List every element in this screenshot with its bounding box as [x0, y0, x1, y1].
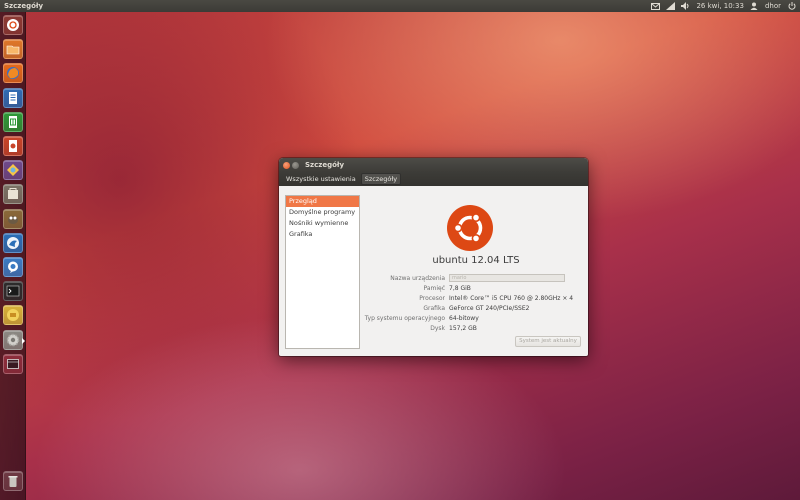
trash-icon: [8, 476, 18, 487]
launcher-item-terminal[interactable]: [3, 281, 23, 302]
device-name-label: Nazwa urządzenia: [390, 274, 445, 282]
active-app-indicator: [22, 337, 25, 344]
user-icon[interactable]: [750, 2, 759, 10]
device-name-field[interactable]: [449, 274, 565, 282]
window-titlebar[interactable]: Szczegóły: [279, 158, 588, 172]
launcher-item-empathy[interactable]: [3, 257, 23, 277]
gear-icon: [6, 333, 20, 346]
graphics-label: Grafika: [423, 304, 445, 312]
user-name[interactable]: dhor: [765, 2, 781, 10]
graphics-value: GeForce GT 240/PCIe/SSE2: [449, 304, 530, 312]
shotwell-photo-icon: [7, 164, 19, 177]
chat-bubble-icon: [8, 261, 18, 273]
info-row-graphics: Grafika GeForce GT 240/PCIe/SSE2: [364, 303, 588, 313]
launcher-item-thunderbird[interactable]: [3, 232, 23, 253]
folder-icon: [6, 45, 20, 55]
launcher-item-workspace-switcher[interactable]: [3, 353, 23, 374]
info-row-disk: Dysk 157,2 GB: [364, 323, 588, 333]
network-icon[interactable]: [666, 2, 676, 10]
breadcrumb-all-settings[interactable]: Wszystkie ustawienia: [283, 174, 359, 184]
memory-label: Pamięć: [423, 284, 445, 292]
minimize-button[interactable]: [292, 161, 299, 169]
ubuntu-logo-icon: [447, 205, 493, 251]
gimp-icon: [8, 215, 18, 224]
processor-value: Intel® Core™ i5 CPU 760 @ 2.80GHz × 4: [449, 294, 574, 302]
system-info: Nazwa urządzenia Pamięć 7,8 GiB Procesor…: [364, 273, 588, 333]
info-row-memory: Pamięć 7,8 GiB: [364, 283, 588, 293]
workspace-icon: [7, 358, 19, 369]
app-title: Szczegóły: [4, 2, 44, 10]
info-row-processor: Procesor Intel® Core™ i5 CPU 760 @ 2.80G…: [364, 293, 588, 303]
launcher-item-libreoffice-impress[interactable]: [3, 136, 23, 156]
processor-label: Procesor: [419, 294, 445, 302]
calc-spreadsheet-icon: [9, 115, 17, 128]
launcher-item-transmission[interactable]: [3, 305, 23, 326]
launcher-item-libreoffice-calc[interactable]: [3, 111, 23, 132]
firefox-icon: [7, 67, 19, 80]
launcher: [0, 12, 26, 500]
section-item-graphics[interactable]: Grafika: [286, 229, 359, 240]
details-window: Szczegóły Wszystkie ustawienia Szczegóły…: [279, 158, 588, 356]
disk-value: 157,2 GB: [449, 324, 477, 332]
launcher-item-libreoffice-writer[interactable]: [3, 87, 23, 108]
disk-label: Dysk: [430, 324, 445, 332]
bird-icon: [7, 236, 19, 249]
launcher-item-software-center[interactable]: [3, 184, 23, 205]
section-item-overview[interactable]: Przegląd: [286, 196, 359, 207]
close-button[interactable]: [283, 161, 290, 169]
launcher-item-gimp[interactable]: [3, 208, 23, 229]
transmission-icon: [7, 309, 19, 322]
section-list: Przegląd Domyślne programy Nośniki wymie…: [285, 195, 360, 349]
window-title: Szczegóły: [305, 161, 345, 169]
mail-icon[interactable]: [651, 2, 661, 10]
ubuntu-logo-icon: [7, 19, 19, 31]
software-center-icon: [8, 188, 18, 200]
volume-icon[interactable]: [681, 2, 690, 10]
launcher-item-trash[interactable]: [3, 471, 23, 491]
window-content: Przegląd Domyślne programy Nośniki wymie…: [279, 186, 588, 356]
breadcrumb-details[interactable]: Szczegóły: [360, 173, 402, 185]
info-row-device: Nazwa urządzenia: [364, 273, 588, 283]
os-version: ubuntu 12.04 LTS: [432, 255, 520, 266]
info-row-os-type: Typ systemu operacyjnego 64-bitowy: [364, 313, 588, 323]
section-item-removable-media[interactable]: Nośniki wymienne: [286, 218, 359, 229]
overview-panel: ubuntu 12.04 LTS Nazwa urządzenia Pamięć…: [364, 186, 588, 356]
launcher-item-shotwell[interactable]: [3, 160, 23, 181]
writer-document-icon: [9, 91, 17, 104]
clock[interactable]: 26 kwi, 10:33: [696, 2, 743, 10]
os-type-value: 64-bitowy: [449, 314, 479, 322]
section-item-default-apps[interactable]: Domyślne programy: [286, 207, 359, 218]
launcher-item-system-settings[interactable]: [3, 329, 25, 350]
power-icon[interactable]: [787, 2, 796, 10]
launcher-item-dash-home[interactable]: [3, 15, 23, 35]
top-panel: Szczegóły 26 kwi, 10:33 dhor: [0, 0, 800, 12]
os-type-label: Typ systemu operacyjnego: [364, 314, 445, 322]
impress-presentation-icon: [9, 140, 17, 152]
system-updated-button[interactable]: System jest aktualny: [515, 336, 581, 347]
breadcrumb: Wszystkie ustawienia Szczegóły: [279, 172, 588, 186]
launcher-item-firefox[interactable]: [3, 63, 23, 84]
launcher-item-home-folder[interactable]: [3, 39, 23, 60]
indicator-area: 26 kwi, 10:33 dhor: [651, 2, 796, 10]
memory-value: 7,8 GiB: [449, 284, 471, 292]
terminal-icon: [6, 285, 20, 297]
